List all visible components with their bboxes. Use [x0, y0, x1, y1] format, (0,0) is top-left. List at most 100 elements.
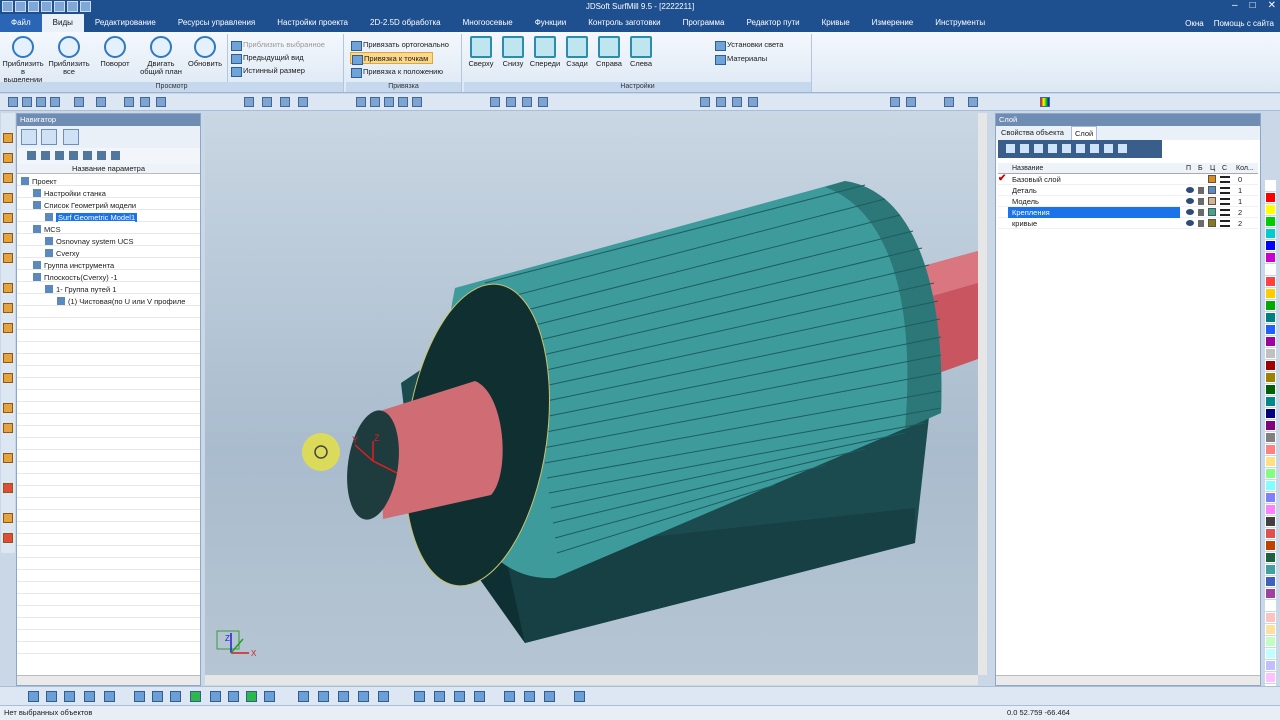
snap-3-icon[interactable] — [384, 97, 394, 107]
paste-icon[interactable] — [156, 97, 166, 107]
tree-item[interactable]: 1- Группа путей 1 — [45, 284, 116, 295]
menu-tab[interactable]: Контроль заготовки — [577, 14, 671, 32]
3d-viewport[interactable]: Y Z X Z — [205, 113, 978, 675]
view-tool-2-icon[interactable] — [506, 97, 516, 107]
dimension-tool-icon[interactable] — [3, 423, 13, 433]
palette-color-swatch[interactable] — [1265, 444, 1276, 455]
view-left-button[interactable]: Слева — [624, 36, 658, 68]
view-4-icon[interactable] — [358, 691, 369, 702]
undo-icon-2[interactable] — [74, 97, 84, 107]
open-icon[interactable] — [22, 97, 32, 107]
view-tool-4-icon[interactable] — [538, 97, 548, 107]
palette-color-swatch[interactable] — [1265, 516, 1276, 527]
hidden-icon[interactable] — [280, 97, 290, 107]
menu-tab[interactable]: Программа — [672, 14, 736, 32]
layer-color-swatch[interactable] — [1208, 175, 1216, 183]
view-1-icon[interactable] — [298, 691, 309, 702]
view-back-button[interactable]: Сзади — [560, 36, 594, 68]
layer-row[interactable]: кривые 2 — [998, 218, 1258, 229]
true-size-button[interactable]: Истинный размер — [230, 65, 305, 77]
delete-tool-icon[interactable] — [3, 483, 13, 493]
layer-tool-3-icon[interactable] — [944, 97, 954, 107]
zoom-selected-button[interactable]: Приблизить выбранное — [230, 39, 325, 51]
merge-icon[interactable] — [1090, 144, 1099, 153]
menu-tab[interactable]: Измерение — [861, 14, 925, 32]
palette-color-swatch[interactable] — [1265, 468, 1276, 479]
geometry-tab-icon[interactable] — [41, 129, 57, 145]
palette-color-swatch[interactable] — [1265, 240, 1276, 251]
tool-b-icon[interactable] — [716, 97, 726, 107]
palette-color-swatch[interactable] — [1265, 228, 1276, 239]
chain-select-icon[interactable] — [64, 691, 75, 702]
menu-tab[interactable]: 2D-2.5D обработка — [359, 14, 452, 32]
palette-color-swatch[interactable] — [1265, 324, 1276, 335]
line-style-icon[interactable] — [1220, 198, 1230, 205]
snap-4-icon[interactable] — [398, 97, 408, 107]
minimize-icon[interactable]: – — [1232, 0, 1238, 11]
filter-icon[interactable] — [1062, 144, 1071, 153]
layer-hscroll[interactable] — [996, 675, 1260, 685]
snap-2-icon[interactable] — [370, 97, 380, 107]
display-1-icon[interactable] — [414, 691, 425, 702]
menu-tab[interactable]: Настройки проекта — [266, 14, 359, 32]
help-menu[interactable]: Помощь с сайта — [1214, 19, 1274, 28]
layer-row[interactable]: Крепления 2 — [998, 207, 1258, 218]
extend-tool-icon[interactable] — [3, 303, 13, 313]
redo-icon[interactable] — [96, 97, 106, 107]
palette-color-swatch[interactable] — [1265, 528, 1276, 539]
trim-tool-icon[interactable] — [3, 283, 13, 293]
move-down-icon[interactable] — [1048, 144, 1057, 153]
array-tool-icon[interactable] — [3, 373, 13, 383]
layer-tool-2-icon[interactable] — [906, 97, 916, 107]
refresh-button[interactable]: Обновить — [184, 36, 226, 68]
palette-color-swatch[interactable] — [1265, 276, 1276, 287]
snap-grid-icon[interactable] — [190, 691, 201, 702]
palette-color-swatch[interactable] — [1265, 576, 1276, 587]
text-tool-icon[interactable] — [3, 453, 13, 463]
close-icon[interactable]: ✕ — [1268, 0, 1276, 11]
tree-item[interactable]: Группа инструмента — [33, 260, 114, 271]
new-icon[interactable] — [8, 97, 18, 107]
snap-1-icon[interactable] — [356, 97, 366, 107]
layer-tool-icon[interactable] — [1076, 144, 1085, 153]
col-p[interactable]: П — [1186, 163, 1191, 174]
view-5-icon[interactable] — [378, 691, 389, 702]
col-c[interactable]: Ц — [1210, 163, 1215, 174]
palette-color-swatch[interactable] — [1265, 624, 1276, 635]
snap-int-icon[interactable] — [210, 691, 221, 702]
palette-color-swatch[interactable] — [1265, 564, 1276, 575]
palette-color-swatch[interactable] — [1265, 588, 1276, 599]
curve-select-icon[interactable] — [84, 691, 95, 702]
palette-color-swatch[interactable] — [1265, 312, 1276, 323]
palette-color-swatch[interactable] — [1265, 252, 1276, 263]
tab-object-properties[interactable]: Свойства объекта — [998, 126, 1067, 140]
col-b[interactable]: Б — [1198, 163, 1203, 174]
line-style-icon[interactable] — [1220, 209, 1230, 216]
cancel-tool-icon[interactable] — [3, 533, 13, 543]
col-count[interactable]: Кол... — [1236, 163, 1254, 174]
tree-item[interactable]: Плоскость(Cverxy) -1 — [33, 272, 117, 283]
viewport-hscroll[interactable] — [205, 675, 978, 685]
menu-tab[interactable]: Многоосевые — [452, 14, 524, 32]
palette-color-swatch[interactable] — [1265, 492, 1276, 503]
palette-color-swatch[interactable] — [1265, 456, 1276, 467]
tool-a-icon[interactable] — [700, 97, 710, 107]
zoom-all-button[interactable]: Приблизить все — [48, 36, 90, 76]
snap-end-icon[interactable] — [134, 691, 145, 702]
curve-tool-icon[interactable] — [3, 213, 13, 223]
layer-name[interactable]: кривые — [1008, 218, 1180, 229]
view-3-icon[interactable] — [338, 691, 349, 702]
spline-tool-icon[interactable] — [3, 233, 13, 243]
snap-5-icon[interactable] — [412, 97, 422, 107]
layer-row[interactable]: Модель 1 — [998, 196, 1258, 207]
col-s[interactable]: С — [1222, 163, 1227, 174]
palette-color-swatch[interactable] — [1265, 360, 1276, 371]
palette-color-swatch[interactable] — [1265, 396, 1276, 407]
lock-icon[interactable] — [1198, 198, 1204, 205]
tree-item[interactable]: Проект — [21, 176, 57, 187]
nav-tool-1-icon[interactable] — [27, 151, 36, 160]
line-style-icon[interactable] — [1220, 176, 1230, 183]
layer-row[interactable]: ✔ Базовый слой 0 — [998, 173, 1258, 185]
view-tool-1-icon[interactable] — [490, 97, 500, 107]
fill-icon[interactable] — [1118, 144, 1127, 153]
